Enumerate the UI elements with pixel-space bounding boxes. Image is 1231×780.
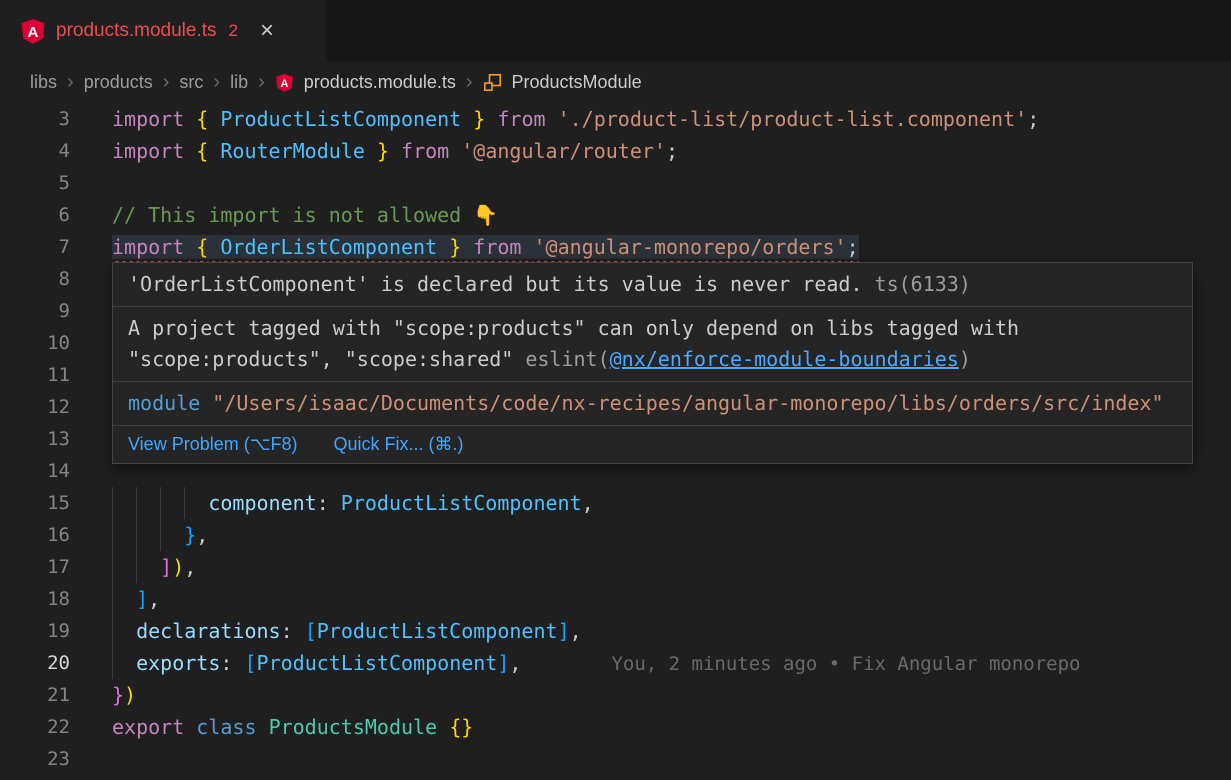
error-squiggle-range[interactable]: import { OrderListComponent } from '@ang…	[112, 235, 859, 259]
line-number[interactable]: 21	[0, 679, 70, 711]
line-number[interactable]: 3	[0, 103, 70, 135]
breadcrumb-item-products[interactable]: products	[84, 72, 153, 93]
indent-guide	[136, 551, 137, 583]
tab-bar: A products.module.ts 2 ×	[0, 0, 1231, 62]
svg-text:A: A	[28, 24, 39, 41]
code-line-16[interactable]: 16 },	[0, 519, 1231, 551]
code-line-3[interactable]: 3 import { ProductListComponent } from '.…	[0, 103, 1231, 135]
breadcrumb-item-libs[interactable]: libs	[30, 72, 57, 93]
hover-section-0: 'OrderListComponent' is declared but its…	[113, 263, 1192, 307]
code-line-22[interactable]: 22 export class ProductsModule {}	[0, 711, 1231, 743]
close-icon[interactable]: ×	[260, 19, 274, 43]
line-number[interactable]: 16	[0, 519, 70, 551]
indent-guide	[112, 583, 113, 615]
code-line-20[interactable]: 20 exports: [ProductListComponent],You, …	[0, 647, 1231, 679]
code-line-21[interactable]: 21})	[0, 679, 1231, 711]
code-line-7[interactable]: 7 import { OrderListComponent } from '@an…	[0, 231, 1231, 263]
svg-text:A: A	[280, 78, 288, 90]
angular-icon: A	[20, 18, 46, 44]
code-line-18[interactable]: 18 ],	[0, 583, 1231, 615]
indent-guide	[112, 519, 113, 551]
code-text: ],	[112, 583, 160, 615]
line-number[interactable]: 22	[0, 711, 70, 743]
indent-guide	[136, 519, 137, 551]
indent-guide	[160, 487, 161, 519]
code-text: declarations: [ProductListComponent],	[112, 615, 582, 647]
chevron-right-icon: ›	[466, 71, 473, 94]
line-number[interactable]: 10	[0, 327, 70, 359]
chevron-right-icon: ›	[163, 71, 170, 94]
code-line-17[interactable]: 17 ]),	[0, 551, 1231, 583]
line-number[interactable]: 19	[0, 615, 70, 647]
hover-popup: 'OrderListComponent' is declared but its…	[112, 262, 1193, 464]
tab-problems-badge: 2	[229, 21, 238, 41]
line-number[interactable]: 18	[0, 583, 70, 615]
code-text: component: ProductListComponent,	[112, 487, 594, 519]
code-line-5[interactable]: 5	[0, 167, 1231, 199]
line-number[interactable]: 8	[0, 263, 70, 295]
indent-guide	[160, 519, 161, 551]
code-text: import { OrderListComponent } from '@ang…	[112, 231, 859, 263]
tab-title: products.module.ts	[56, 20, 217, 42]
line-number[interactable]: 15	[0, 487, 70, 519]
line-number[interactable]: 23	[0, 743, 70, 775]
line-number[interactable]: 7	[0, 231, 70, 263]
line-number[interactable]: 13	[0, 423, 70, 455]
chevron-right-icon: ›	[258, 71, 265, 94]
indent-guide	[112, 487, 113, 519]
hover-section-2: module "/Users/isaac/Documents/code/nx-r…	[113, 382, 1192, 426]
line-number[interactable]: 11	[0, 359, 70, 391]
hover-actions: View Problem (⌥F8) Quick Fix... (⌘.)	[113, 426, 1192, 463]
indent-guide	[184, 487, 185, 519]
breadcrumb-item-symbol[interactable]: ProductsModule	[512, 72, 642, 93]
class-symbol-icon	[483, 73, 502, 92]
code-line-6[interactable]: 6 // This import is not allowed 👇	[0, 199, 1231, 231]
code-text: export class ProductsModule {}	[112, 711, 473, 743]
line-number[interactable]: 17	[0, 551, 70, 583]
breadcrumb-item-lib[interactable]: lib	[230, 72, 248, 93]
code-text: })	[112, 679, 136, 711]
line-number[interactable]: 5	[0, 167, 70, 199]
code-text: // This import is not allowed 👇	[112, 199, 498, 231]
quick-fix-action[interactable]: Quick Fix... (⌘.)	[333, 434, 463, 455]
code-text: ]),	[112, 551, 196, 583]
code-line-19[interactable]: 19 declarations: [ProductListComponent],	[0, 615, 1231, 647]
editor[interactable]: 3 import { ProductListComponent } from '.…	[0, 103, 1231, 775]
indent-guide	[112, 615, 113, 647]
line-number[interactable]: 6	[0, 199, 70, 231]
tab-products-module[interactable]: A products.module.ts 2 ×	[0, 0, 326, 62]
breadcrumb-item-file[interactable]: products.module.ts	[304, 72, 456, 93]
indent-guide	[112, 551, 113, 583]
line-number[interactable]: 20	[0, 647, 70, 679]
code-text: import { ProductListComponent } from './…	[112, 103, 1039, 135]
breadcrumb-item-src[interactable]: src	[179, 72, 203, 93]
code-line-15[interactable]: 15 component: ProductListComponent,	[0, 487, 1231, 519]
view-problem-action[interactable]: View Problem (⌥F8)	[128, 434, 297, 455]
hover-section-1: A project tagged with "scope:products" c…	[113, 307, 1192, 382]
indent-guide	[112, 647, 113, 679]
chevron-right-icon: ›	[67, 71, 74, 94]
code-line-4[interactable]: 4 import { RouterModule } from '@angular/…	[0, 135, 1231, 167]
indent-guide	[136, 487, 137, 519]
line-number[interactable]: 4	[0, 135, 70, 167]
git-blame-annotation: You, 2 minutes ago • Fix Angular monorep…	[611, 653, 1080, 675]
line-number[interactable]: 12	[0, 391, 70, 423]
hover-popup-sections: 'OrderListComponent' is declared but its…	[113, 263, 1192, 426]
code-text: exports: [ProductListComponent],You, 2 m…	[112, 647, 1080, 679]
breadcrumb: libs › products › src › lib › A products…	[0, 62, 1231, 103]
code-text: },	[112, 519, 208, 551]
eslint-rule-link[interactable]: @nx/enforce-module-boundaries	[610, 347, 959, 371]
chevron-right-icon: ›	[213, 71, 220, 94]
line-number[interactable]: 9	[0, 295, 70, 327]
code-text: import { RouterModule } from '@angular/r…	[112, 135, 678, 167]
code-line-23[interactable]: 23	[0, 743, 1231, 775]
line-number[interactable]: 14	[0, 455, 70, 487]
angular-icon: A	[275, 73, 294, 92]
